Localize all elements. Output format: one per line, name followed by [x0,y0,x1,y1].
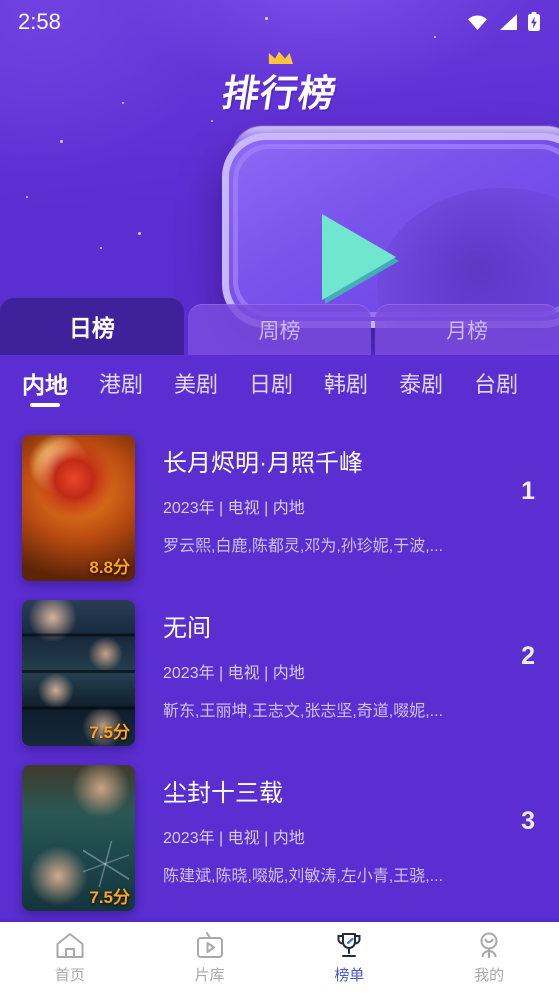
nav-item-profile[interactable]: 我的 [419,932,559,985]
nav-item-ranking[interactable]: 榜单 [280,932,420,985]
tab-weekly[interactable]: 周榜 [187,304,372,355]
movie-cast: 罗云熙,白鹿,陈都灵,邓为,孙珍妮,于波,... [163,538,444,555]
list-item[interactable]: 7.5分 尘封十三载 2023年 | 电视 | 内地 陈建斌,陈晓,啜妮,刘敏涛… [0,747,559,912]
star-dot [26,196,28,198]
status-bar-time: 2:58 [18,9,61,34]
nav-item-ranking-label: 榜单 [334,967,365,984]
category-tab-hk[interactable]: 港剧 [99,367,143,406]
nav-item-library[interactable]: 片库 [140,932,280,985]
page-title: 排行榜 [0,51,559,117]
tab-weekly-label: 周榜 [258,319,301,343]
rating-score: 7.5分 [89,723,130,742]
star-dot [100,247,102,249]
wifi-icon [468,15,487,30]
poster-thumbnail[interactable]: 7.5分 [22,600,135,746]
movie-meta: 2023年 | 电视 | 内地 [163,665,305,682]
rating-score: 7.5分 [89,888,130,907]
category-tab-kr[interactable]: 韩剧 [324,367,368,406]
nav-item-library-label: 片库 [194,967,225,984]
category-tab-th[interactable]: 泰剧 [399,367,443,406]
nav-item-home[interactable]: 首页 [0,932,140,985]
tv-library-icon [196,932,223,958]
movie-title: 长月烬明·月照千峰 [163,450,363,477]
category-tab-us[interactable]: 美剧 [174,367,218,406]
tab-monthly-label: 月榜 [446,319,489,343]
rating-score: 8.8分 [89,558,130,577]
cellular-signal-icon [500,14,517,30]
ranking-list[interactable]: 8.8分 长月烬明·月照千峰 2023年 | 电视 | 内地 罗云熙,白鹿,陈都… [0,417,559,922]
rank-number: 1 [521,477,535,505]
movie-cast: 陈建斌,陈晓,啜妮,刘敏涛,左小青,王骁,... [163,868,444,885]
play-triangle-icon [322,214,396,300]
movie-meta: 2023年 | 电视 | 内地 [163,500,305,517]
star-dot [211,120,213,122]
status-bar-icons [466,12,541,32]
poster-thumbnail[interactable]: 7.5分 [22,765,135,911]
list-item[interactable]: 7.5分 无间 2023年 | 电视 | 内地 靳东,王丽坤,王志文,张志坚,奇… [0,582,559,747]
list-item-info: 无间 2023年 | 电视 | 内地 靳东,王丽坤,王志文,张志坚,奇道,啜妮,… [135,600,541,721]
tab-daily[interactable]: 日榜 [0,297,184,355]
movie-title: 尘封十三载 [163,780,283,807]
app-screen: 2:58 排行榜 日榜 周榜 月榜 内地 港剧 美剧 日剧 韩剧 泰剧 台剧 8… [0,0,559,995]
movie-meta: 2023年 | 电视 | 内地 [163,830,305,847]
bottom-navigation: 首页 片库 榜单 我的 [0,922,559,995]
poster-thumbnail[interactable]: 8.8分 [22,435,135,581]
rank-number: 2 [521,642,535,670]
category-tab-mainland[interactable]: 内地 [22,366,68,407]
rank-number: 3 [521,807,535,835]
list-item[interactable]: 8.8分 长月烬明·月照千峰 2023年 | 电视 | 内地 罗云熙,白鹿,陈都… [0,417,559,582]
nav-item-profile-label: 我的 [474,967,505,984]
list-item-info: 长月烬明·月照千峰 2023年 | 电视 | 内地 罗云熙,白鹿,陈都灵,邓为,… [135,435,541,556]
battery-charging-icon [528,12,540,31]
star-dot [138,232,141,235]
category-tab-jp[interactable]: 日剧 [249,367,293,406]
star-dot [60,140,63,143]
tab-monthly[interactable]: 月榜 [375,304,559,355]
category-tab-tw[interactable]: 台剧 [474,367,518,406]
crown-icon [268,51,293,64]
tab-daily-label: 日榜 [68,315,115,341]
period-tabs: 日榜 周榜 月榜 [0,297,559,355]
nav-item-home-label: 首页 [54,967,85,984]
list-item-info: 尘封十三载 2023年 | 电视 | 内地 陈建斌,陈晓,啜妮,刘敏涛,左小青,… [135,765,541,886]
user-profile-icon [480,932,498,958]
home-icon [56,933,84,958]
movie-cast: 靳东,王丽坤,王志文,张志坚,奇道,啜妮,... [163,703,444,720]
movie-title: 无间 [163,615,211,642]
page-title-text: 排行榜 [218,72,340,115]
status-bar: 2:58 [0,0,559,44]
trophy-icon [337,933,361,957]
category-tabs[interactable]: 内地 港剧 美剧 日剧 韩剧 泰剧 台剧 [0,355,559,417]
